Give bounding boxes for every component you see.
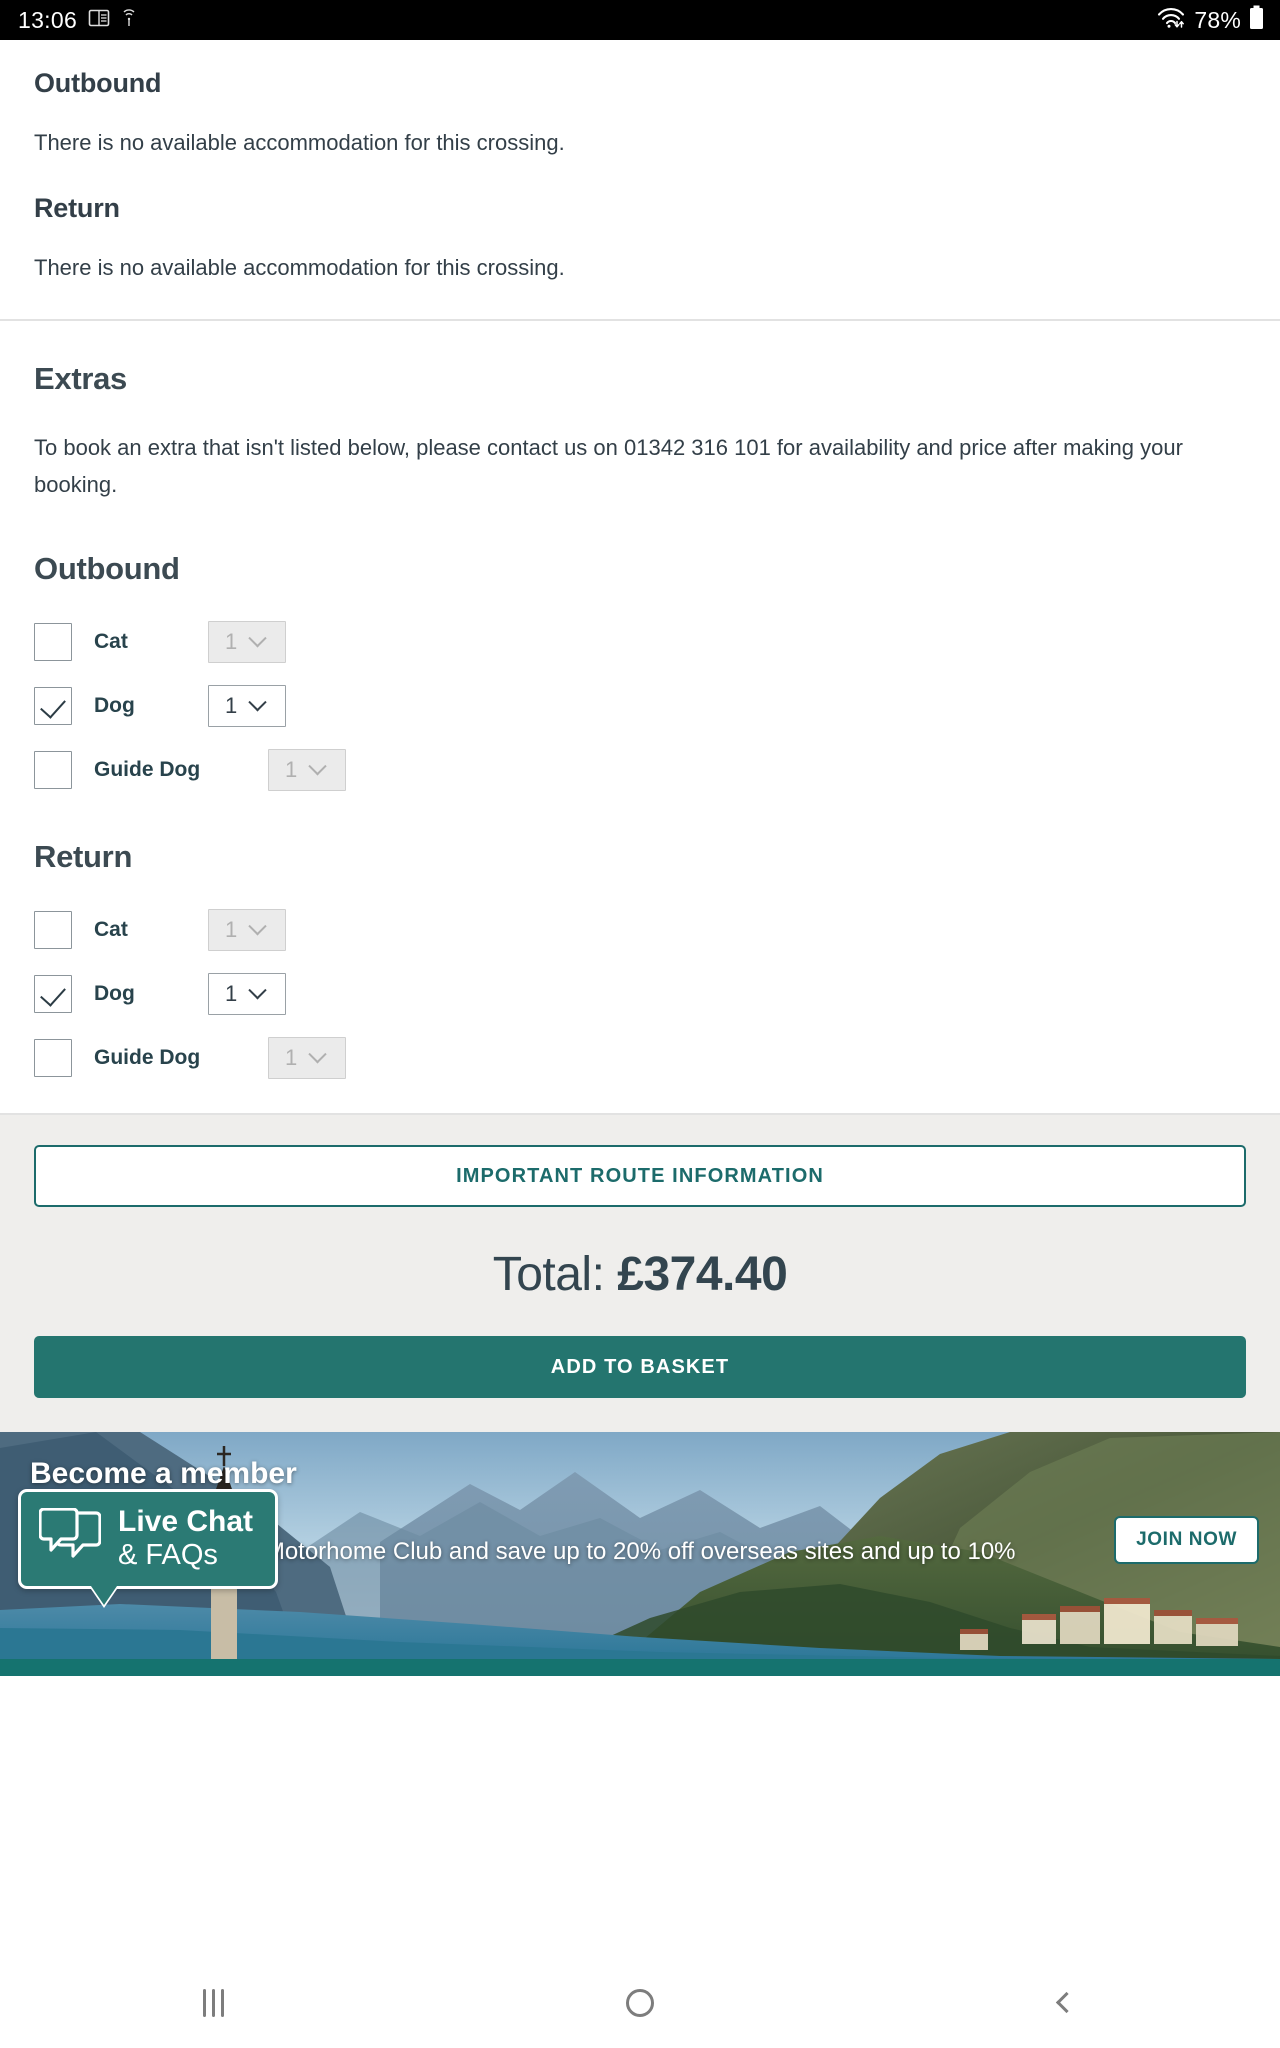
live-chat-line2: & FAQs [118,1538,218,1571]
extra-row-return-guide-dog[interactable]: Guide Dog 1 [34,1031,1246,1085]
clock: 13:06 [18,6,78,33]
chat-bubbles-icon [38,1506,102,1569]
extras-group-heading-return: Return [34,839,133,874]
quantity-select-return-cat[interactable]: 1 [208,909,286,951]
quantity-select-outbound-cat[interactable]: 1 [208,621,286,663]
quantity-value-return-guide-dog: 1 [285,1045,298,1070]
extra-row-outbound-cat[interactable]: Cat 1 [34,615,1246,669]
important-route-information-button[interactable]: IMPORTANT ROUTE INFORMATION [34,1145,1246,1207]
quantity-value-return-dog: 1 [225,981,238,1006]
quantity-select-return-guide-dog[interactable]: 1 [268,1037,346,1079]
accommodation-outbound-heading: Outbound [34,68,162,98]
join-now-button[interactable]: JOIN NOW [1114,1516,1259,1564]
checkbox-outbound-dog[interactable] [34,687,72,725]
quantity-value-outbound-cat: 1 [225,629,238,654]
accommodation-section: Outbound There is no available accommoda… [0,40,1280,286]
quantity-select-return-dog[interactable]: 1 [208,973,286,1015]
extra-row-return-cat[interactable]: Cat 1 [34,903,1246,957]
total-value: £374.40 [617,1248,788,1301]
recent-apps-icon [202,1988,224,2017]
add-to-basket-button[interactable]: ADD TO BASKET [34,1336,1246,1398]
extras-section: Extras To book an extra that isn't liste… [0,321,1280,1113]
wifi-calling-icon [121,7,137,34]
summary-section: IMPORTANT ROUTE INFORMATION Total: £374.… [0,1115,1280,1432]
checkbox-outbound-guide-dog[interactable] [34,751,72,789]
extra-label-return-cat: Cat [94,918,128,941]
extras-heading: Extras [34,361,127,396]
accommodation-return-heading: Return [34,193,120,223]
status-bar: 13:06 78% [0,0,1280,40]
page-content: Outbound There is no available accommoda… [0,40,1280,1676]
quantity-select-outbound-guide-dog[interactable]: 1 [268,749,346,791]
extra-row-return-dog[interactable]: Dog 1 [34,967,1246,1021]
checkbox-return-dog[interactable] [34,975,72,1013]
quantity-value-return-cat: 1 [225,917,238,942]
extra-row-outbound-dog[interactable]: Dog 1 [34,679,1246,733]
nav-home-button[interactable] [427,1988,854,2017]
quantity-select-outbound-dog[interactable]: 1 [208,685,286,727]
total-label: Total: [492,1248,618,1301]
extra-label-outbound-guide-dog: Guide Dog [94,758,201,781]
live-chat-widget[interactable]: Live Chat & FAQs [18,1489,279,1606]
split-screen-icon [88,7,110,34]
checkbox-outbound-cat[interactable] [34,623,72,661]
wifi-icon [1156,6,1186,35]
home-icon [626,1988,654,2017]
checkbox-return-cat[interactable] [34,911,72,949]
battery-icon [1249,5,1264,35]
extra-label-return-guide-dog: Guide Dog [94,1046,201,1069]
extra-label-return-dog: Dog [94,982,135,1005]
chevron-down-icon [308,756,327,775]
membership-banner[interactable]: Become a member Join the Caravan and Mot… [0,1432,1280,1659]
android-nav-bar [0,1957,1280,2048]
live-chat-label: Live Chat & FAQs [118,1505,253,1571]
chevron-down-icon [248,692,267,711]
accommodation-outbound-text: There is no available accommodation for … [34,130,565,155]
banner-title: Become a member [30,1457,297,1490]
chevron-down-icon [308,1044,327,1063]
chevron-down-icon [248,980,267,999]
quantity-value-outbound-dog: 1 [225,693,238,718]
chevron-down-icon [248,916,267,935]
live-chat-line1: Live Chat [118,1505,254,1538]
checkbox-return-guide-dog[interactable] [34,1039,72,1077]
back-icon [1056,1991,1078,2014]
status-bar-right: 78% [1156,5,1264,35]
extras-intro-text: To book an extra that isn't listed below… [34,435,1183,497]
status-bar-left: 13:06 [18,7,137,34]
extra-label-outbound-cat: Cat [94,630,128,653]
total-price: Total: £374.40 [34,1247,1246,1302]
extras-group-heading-outbound: Outbound [34,551,180,586]
accommodation-return-text: There is no available accommodation for … [34,255,565,280]
chevron-down-icon [248,628,267,647]
screen: 13:06 78% Outbound There is no available… [0,0,1280,2048]
battery-percent-label: 78% [1194,6,1241,33]
nav-recents-button[interactable] [0,1988,427,2017]
live-chat-tail [91,1586,117,1606]
nav-back-button[interactable] [853,1991,1280,2014]
extra-label-outbound-dog: Dog [94,694,135,717]
extra-row-outbound-guide-dog[interactable]: Guide Dog 1 [34,743,1246,797]
footer-strip [0,1659,1280,1676]
quantity-value-outbound-guide-dog: 1 [285,757,298,782]
